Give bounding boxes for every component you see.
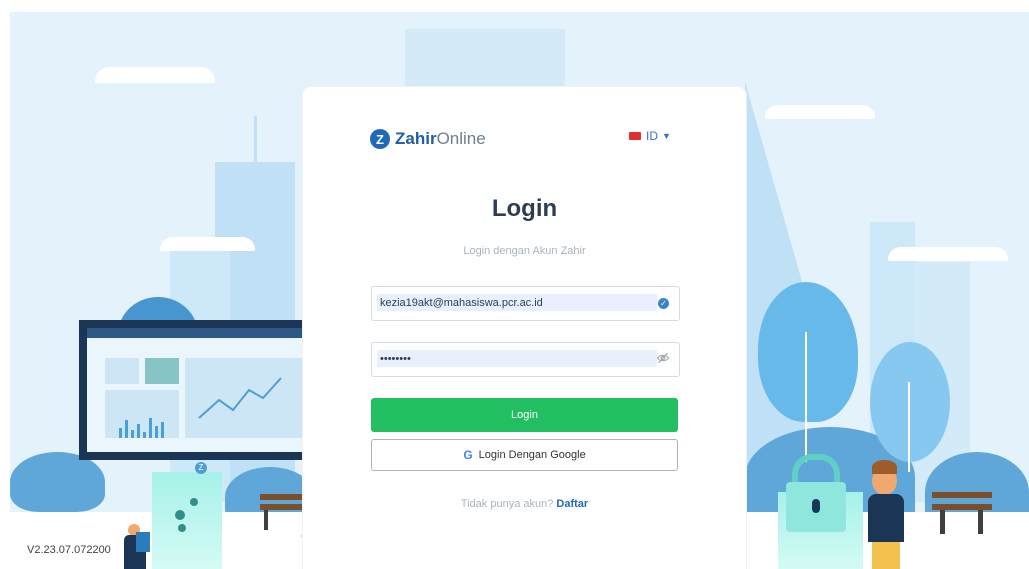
- version-label: V2.23.07.072200: [27, 544, 111, 556]
- cloud: [95, 67, 215, 83]
- caret-down-icon: ▼: [662, 131, 671, 141]
- laptop: [136, 532, 150, 552]
- brand-suffix: Online: [436, 129, 486, 148]
- chart-bar: [125, 420, 128, 438]
- language-code: ID: [646, 129, 658, 143]
- email-input[interactable]: [377, 294, 657, 311]
- chart-bar: [149, 418, 152, 438]
- signup-link[interactable]: Daftar: [556, 498, 588, 510]
- screen-panel: [145, 358, 179, 384]
- brand-name: Zahir: [395, 129, 437, 148]
- monitor-logo-icon: Z: [195, 462, 207, 474]
- line-chart-icon: [198, 377, 282, 419]
- chart-bar: [137, 424, 140, 438]
- screen-topbar: [87, 328, 303, 338]
- brand: Z Zahir Online: [370, 129, 486, 149]
- login-button[interactable]: Login: [371, 398, 678, 432]
- signup-prompt-text: Tidak punya akun?: [460, 498, 554, 510]
- cloud: [888, 247, 1008, 261]
- bush: [10, 452, 105, 512]
- screen-panel: [105, 390, 179, 438]
- bubble: [175, 510, 185, 520]
- chart-bar: [155, 426, 158, 438]
- chart-bar: [131, 430, 134, 438]
- monitor-illustration: Z: [79, 320, 303, 474]
- person-legs: [872, 542, 900, 569]
- google-icon: G: [463, 448, 473, 462]
- bubble: [190, 498, 198, 506]
- password-field: [371, 342, 680, 377]
- bench-leg: [264, 510, 268, 530]
- bench: [932, 492, 992, 498]
- flag-icon: [629, 132, 641, 140]
- cloud: [160, 237, 255, 251]
- tree-trunk: [908, 382, 910, 472]
- chart-bar: [143, 432, 146, 438]
- tree: [758, 282, 858, 422]
- bench-leg: [978, 510, 983, 534]
- screen-panel: [185, 358, 303, 438]
- antenna: [254, 116, 257, 164]
- page-subtitle: Login dengan Akun Zahir: [463, 245, 586, 257]
- login-card: Z Zahir Online ID ▼ Login Login dengan A…: [303, 87, 746, 569]
- person-hair: [872, 460, 897, 474]
- google-login-label: Login Dengan Google: [478, 449, 586, 461]
- person-body: [868, 494, 904, 542]
- check-circle-icon: ✓: [658, 298, 669, 309]
- zahir-logo-icon: Z: [370, 129, 390, 149]
- monitor-screen: [87, 328, 303, 452]
- page-title: Login: [491, 195, 558, 222]
- google-login-button[interactable]: G Login Dengan Google: [371, 439, 678, 471]
- bubble: [178, 524, 186, 532]
- keyhole: [812, 499, 820, 513]
- tree: [870, 342, 950, 462]
- bench: [260, 494, 305, 500]
- signup-prompt: Tidak punya akun? Daftar: [303, 498, 746, 510]
- language-selector[interactable]: ID ▼: [629, 129, 671, 143]
- eye-off-icon[interactable]: [656, 351, 670, 365]
- email-field: ✓: [371, 286, 680, 321]
- tree-trunk: [805, 332, 807, 462]
- cloud: [765, 105, 875, 119]
- chart-bar: [119, 428, 122, 438]
- bench-leg: [940, 510, 945, 534]
- chart-bar: [161, 422, 164, 438]
- glow-column: [152, 472, 222, 569]
- screen-panel: [105, 358, 139, 384]
- password-input[interactable]: [377, 350, 657, 367]
